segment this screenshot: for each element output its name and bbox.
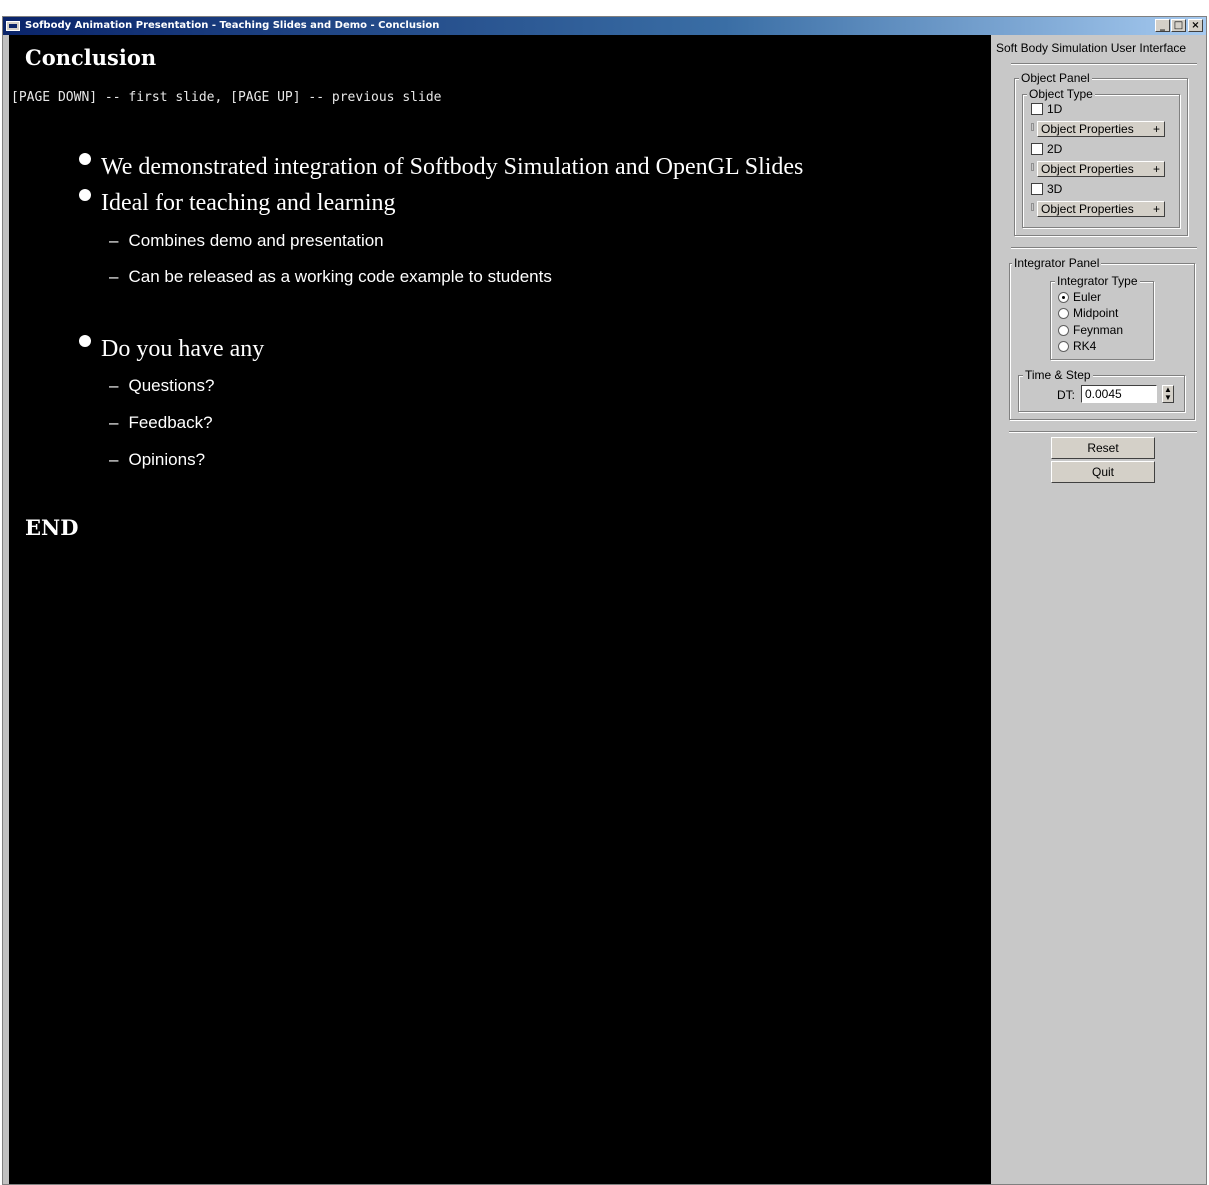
checkbox-label: 2D (1047, 142, 1063, 156)
object-properties-1d-button[interactable]: Object Properties + (1037, 121, 1165, 137)
minimize-button[interactable]: _ (1155, 19, 1170, 32)
radio-rk4[interactable] (1058, 341, 1069, 352)
radio-label: Midpoint (1073, 306, 1119, 320)
application-window: Sofbody Animation Presentation - Teachin… (2, 16, 1207, 1185)
radio-label: Feynman (1073, 323, 1124, 337)
sub-bullet-item: – Opinions? (109, 450, 205, 470)
sub-bullet-item: – Feedback? (109, 413, 213, 433)
checkbox-label: 3D (1047, 182, 1063, 196)
bullet-text: Ideal for teaching and learning (101, 190, 396, 216)
expand-plus-icon: + (1152, 202, 1160, 216)
button-label: Object Properties (1041, 202, 1134, 216)
sub-bullet-text: Can be released as a working code exampl… (128, 267, 552, 286)
control-panel: Soft Body Simulation User Interface Obje… (991, 35, 1206, 1184)
radio-midpoint[interactable] (1058, 308, 1069, 319)
time-step-label: Time & Step (1023, 368, 1093, 382)
bullet-text: Do you have any (101, 336, 265, 362)
integrator-type-group: Integrator Type Euler Midpoint Feynman R… (1050, 274, 1154, 360)
object-type-group: Object Type 1D Object Properties + 2D Ob… (1022, 87, 1180, 228)
integrator-option-euler[interactable]: Euler (1058, 291, 1101, 305)
rollout-handle (1031, 123, 1034, 131)
dash-icon: – (109, 231, 119, 250)
rollout-handle (1031, 203, 1034, 211)
bullet-item: We demonstrated integration of Softbody … (79, 153, 803, 181)
dt-input[interactable]: 0.0045 (1081, 385, 1157, 403)
integrator-panel: Integrator Panel Integrator Type Euler M… (1009, 256, 1195, 420)
dash-icon: – (109, 267, 119, 286)
integrator-option-midpoint[interactable]: Midpoint (1058, 307, 1118, 321)
bullet-item: Ideal for teaching and learning (79, 189, 396, 217)
sub-bullet-item: – Combines demo and presentation (109, 231, 384, 251)
object-properties-2d-button[interactable]: Object Properties + (1037, 161, 1165, 177)
sub-bullet-item: – Can be released as a working code examp… (109, 267, 552, 287)
quit-button[interactable]: Quit (1051, 461, 1155, 483)
separator (1011, 63, 1197, 65)
integrator-option-feynman[interactable]: Feynman (1058, 324, 1123, 338)
slide-viewport[interactable]: Conclusion [PAGE DOWN] -- first slide, [… (9, 35, 991, 1184)
object-type-label: Object Type (1027, 87, 1095, 101)
time-step-group: Time & Step DT: 0.0045 ▲ ▼ (1018, 368, 1185, 412)
navigation-hint: [PAGE DOWN] -- first slide, [PAGE UP] --… (11, 90, 442, 105)
dash-icon: – (109, 450, 119, 469)
radio-label: Euler (1073, 290, 1102, 304)
bullet-icon (79, 335, 91, 347)
integrator-option-rk4[interactable]: RK4 (1058, 340, 1096, 354)
button-label: Object Properties (1041, 162, 1134, 176)
dt-spinner[interactable]: ▲ ▼ (1162, 385, 1174, 403)
sub-bullet-text: Combines demo and presentation (128, 231, 384, 250)
dt-label: DT: (1057, 388, 1075, 402)
checkbox-2d[interactable] (1031, 143, 1043, 155)
bullet-icon (79, 153, 91, 165)
bullet-item: Do you have any (79, 335, 264, 363)
integrator-type-label: Integrator Type (1055, 274, 1140, 288)
object-panel: Object Panel Object Type 1D Object Prope… (1014, 71, 1188, 236)
object-properties-3d-button[interactable]: Object Properties + (1037, 201, 1165, 217)
sub-bullet-text: Questions? (128, 376, 215, 395)
maximize-button[interactable]: □ (1171, 19, 1186, 32)
end-label: END (25, 515, 79, 540)
integrator-panel-label: Integrator Panel (1012, 256, 1102, 270)
radio-euler[interactable] (1058, 292, 1069, 303)
panel-title: Soft Body Simulation User Interface (996, 41, 1187, 55)
sub-bullet-text: Feedback? (128, 413, 213, 432)
checkbox-1d[interactable] (1031, 103, 1043, 115)
reset-button[interactable]: Reset (1051, 437, 1155, 459)
bullet-text: We demonstrated integration of Softbody … (101, 154, 804, 180)
dash-icon: – (109, 413, 119, 432)
close-button[interactable]: × (1188, 19, 1203, 32)
object-type-2d[interactable]: 2D (1031, 143, 1062, 157)
object-type-3d[interactable]: 3D (1031, 183, 1062, 197)
dash-icon: – (109, 376, 119, 395)
separator (1011, 247, 1197, 249)
sub-bullet-text: Opinions? (128, 450, 206, 469)
expand-plus-icon: + (1152, 162, 1160, 176)
separator (1009, 431, 1197, 433)
object-type-1d[interactable]: 1D (1031, 103, 1062, 117)
sub-bullet-item: – Questions? (109, 376, 214, 396)
button-label: Object Properties (1041, 122, 1134, 136)
radio-feynman[interactable] (1058, 325, 1069, 336)
slide-title: Conclusion (25, 45, 157, 70)
title-bar[interactable]: Sofbody Animation Presentation - Teachin… (3, 17, 1206, 35)
checkbox-3d[interactable] (1031, 183, 1043, 195)
radio-label: RK4 (1073, 339, 1097, 353)
rollout-handle (1031, 163, 1034, 171)
checkbox-label: 1D (1047, 102, 1063, 116)
bullet-icon (79, 189, 91, 201)
spin-down-icon[interactable]: ▼ (1163, 394, 1173, 402)
expand-plus-icon: + (1152, 122, 1160, 136)
window-title: Sofbody Animation Presentation - Teachin… (25, 20, 440, 31)
app-icon (6, 21, 20, 31)
object-panel-label: Object Panel (1019, 71, 1092, 85)
